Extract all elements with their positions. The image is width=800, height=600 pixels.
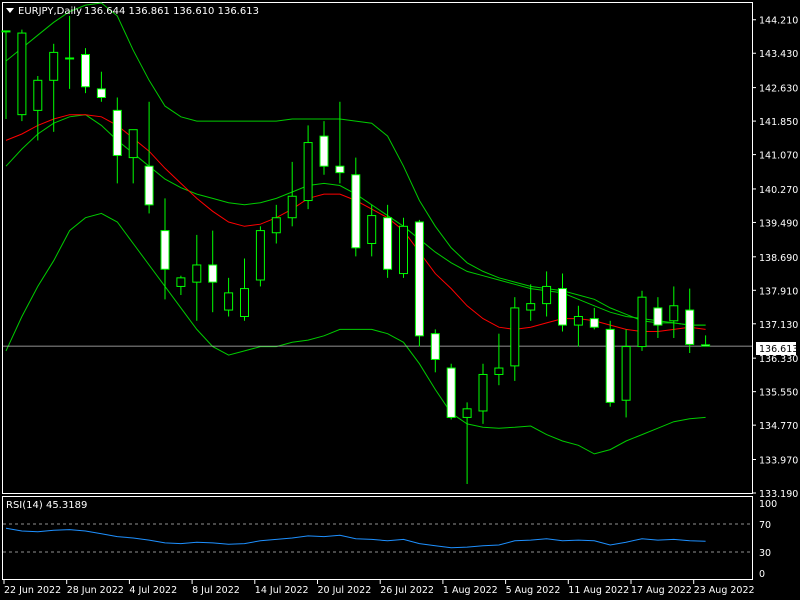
symbol-label: EURJPY,Daily [18,6,82,17]
candle-body [351,174,361,249]
time-tick-label: 22 Jun 2022 [4,585,61,596]
current-price-label: 136.613 [759,344,798,355]
candle-body [653,307,663,326]
price-tick-label: 143.430 [759,49,798,60]
candle-body [573,315,583,326]
candle-body [1,30,11,33]
candle-body [605,328,615,403]
price-tick-label: 136.330 [759,354,798,365]
price-tick-label: 142.630 [759,84,798,95]
time-tick-label: 4 Jul 2022 [129,585,177,596]
candle-body [49,51,59,81]
candle-body [144,165,154,206]
candle-body [621,346,631,401]
rsi-tick-label: 0 [759,569,765,580]
candle-body [414,221,424,337]
price-tick-label: 135.550 [759,388,798,399]
price-tick-label: 144.210 [759,16,798,27]
price-tick-label: 134.770 [759,421,798,432]
candle-body [510,307,520,367]
candle-body [128,129,138,159]
rsi-tick-label: 70 [759,520,771,531]
candle-body [160,230,170,270]
chart-window: 144.210 143.430 142.630 141.850 141.070 140.2… [0,0,800,600]
price-tick-label: 139.490 [759,218,798,229]
time-tick-label: 11 Aug 2022 [568,585,629,596]
candle-body [589,318,599,328]
candle-body [558,288,567,326]
time-tick-label: 28 Jun 2022 [67,585,124,596]
candle-body [335,165,345,174]
chart-background [0,0,800,600]
price-tick-label: 137.130 [759,320,798,331]
candle-body [542,285,552,305]
time-tick-label: 23 Aug 2022 [694,585,755,596]
candle-body [446,367,456,418]
time-tick-label: 1 Aug 2022 [443,585,498,596]
candle-body [383,217,393,270]
rsi-tick-label: 30 [759,548,771,559]
time-tick-label: 5 Aug 2022 [506,585,561,596]
candle-body [255,230,265,281]
candle-body [33,79,43,111]
price-tick-label: 137.910 [759,286,798,297]
candle-body [208,264,218,283]
price-axis[interactable]: 144.210 143.430 142.630 141.850 141.070 140.2… [752,16,798,500]
price-tick-label: 133.970 [759,456,798,467]
time-tick-label: 14 Jul 2022 [255,585,309,596]
candle-body [319,135,329,167]
ohlc-readout: 136.644 136.861 136.610 136.613 [84,6,259,17]
candle-body [240,288,249,317]
time-tick-label: 20 Jul 2022 [318,585,372,596]
candle-body [224,292,234,311]
candle-body [81,54,90,88]
candle-body [430,333,440,360]
candle-body [494,367,504,375]
candle-body [462,408,472,418]
candle-body [399,225,408,275]
candle-body [701,344,711,347]
candle-body [271,217,281,234]
candle-body [637,296,647,348]
time-tick-label: 8 Jul 2022 [192,585,240,596]
time-tick-label: 26 Jul 2022 [380,585,434,596]
time-tick-label: 17 Aug 2022 [631,585,692,596]
candle-body [478,373,488,412]
candle-body [669,305,679,322]
candle-body [303,142,313,202]
price-tick-label: 141.850 [759,117,798,128]
candle-body [96,88,106,98]
candle-body [526,303,536,311]
candle-body [685,309,695,345]
candle-body [17,32,27,116]
rsi-tick-label: 100 [759,499,777,510]
candle-body [192,264,202,283]
price-tick-label: 138.690 [759,253,798,264]
candle-body [112,109,122,156]
candle-body [176,277,186,287]
rsi-label: RSI(14) 45.3189 [6,500,87,511]
candle-body [367,215,377,244]
price-tick-label: 141.070 [759,151,798,162]
candle-body [287,195,297,219]
price-tick-label: 140.270 [759,185,798,196]
candle-body [65,57,75,60]
